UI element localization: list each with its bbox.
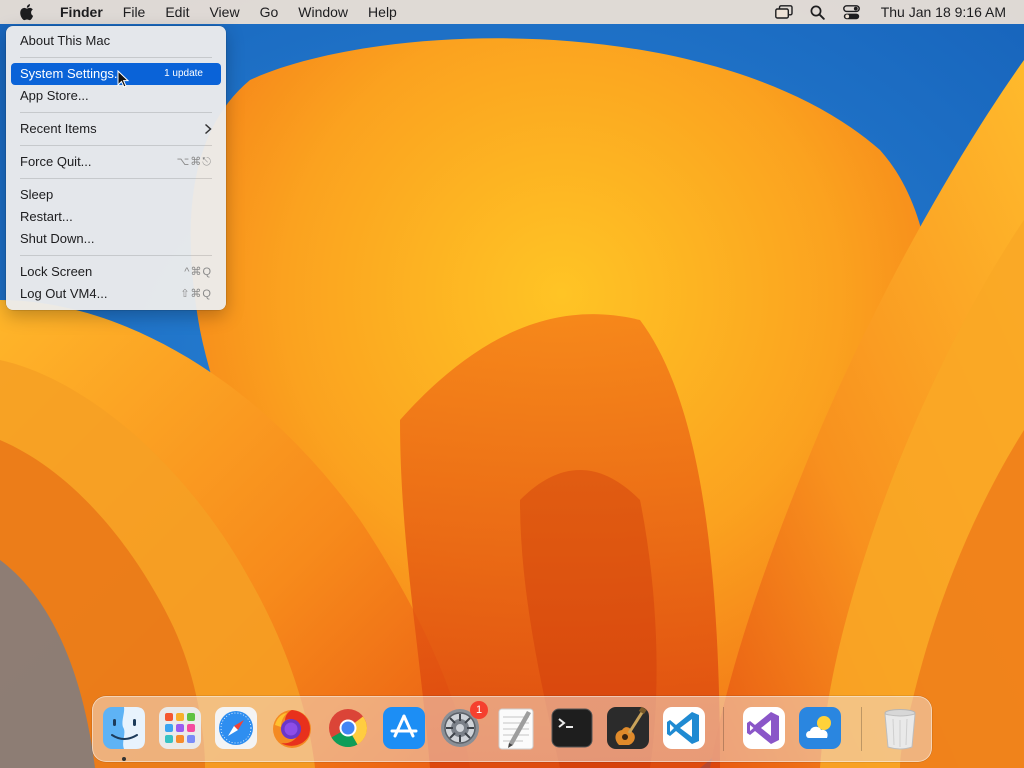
menu-item-label: Restart... [20,209,73,224]
menu-go[interactable]: Go [250,0,289,24]
app-store-icon [383,707,425,749]
menu-item-label: Lock Screen [20,264,93,279]
chevron-right-icon [204,123,212,135]
dock-chrome[interactable] [325,705,371,751]
menu-separator [20,178,212,179]
apple-logo-icon[interactable] [18,3,36,21]
menu-bar-clock[interactable]: Thu Jan 18 9:16 AM [881,4,1006,20]
search-icon[interactable] [808,3,828,21]
running-indicator [122,757,126,761]
menu-item-label: App Store... [20,88,89,103]
textedit-icon [498,708,534,750]
trash-icon [884,709,916,750]
dock-weather[interactable] [797,705,843,751]
keyboard-shortcut: ⌥⌘⎋ [176,156,212,168]
menu-separator [20,57,212,58]
menu-view[interactable]: View [199,0,249,24]
menu-item-label: Sleep [20,187,54,202]
dock-safari[interactable] [213,705,259,751]
menu-item-label: About This Mac [20,33,111,48]
keyboard-shortcut: ^⌘Q [184,266,212,278]
firefox-icon [273,710,311,748]
menu-item-label: Force Quit... [20,154,92,169]
menu-separator [20,255,212,256]
menu-item-label: Shut Down... [20,231,95,246]
menu-item-shut-down[interactable]: Shut Down... [11,228,221,250]
menu-separator [20,145,212,146]
vscode-icon [663,707,705,749]
dock-launchpad[interactable] [157,705,203,751]
dock-finder[interactable] [101,705,147,751]
menu-window[interactable]: Window [288,0,358,24]
dock-vscode[interactable] [661,705,707,751]
menu-help[interactable]: Help [358,0,407,24]
dock-separator [723,707,724,751]
launchpad-icon [159,707,201,749]
notification-badge: 1 [470,701,488,719]
menu-item-recent-items[interactable]: Recent Items [11,118,221,140]
visual-studio-icon [743,707,785,749]
chrome-icon [329,709,368,748]
dock-garageband[interactable] [605,705,651,751]
keyboard-shortcut: ⇧⌘Q [180,288,212,300]
menu-item-log-out[interactable]: Log Out VM4... ⇧⌘Q [11,283,221,305]
menu-item-about-this-mac[interactable]: About This Mac [11,30,221,52]
menu-item-app-store[interactable]: App Store... [11,85,221,107]
menu-file[interactable]: File [113,0,156,24]
menu-item-force-quit[interactable]: Force Quit... ⌥⌘⎋ [11,151,221,173]
dock-visual-studio[interactable] [741,705,787,751]
menu-item-sleep[interactable]: Sleep [11,184,221,206]
control-center-icon[interactable] [842,3,862,21]
dock-separator [861,707,862,751]
menu-edit[interactable]: Edit [155,0,199,24]
dock-app-store[interactable] [381,705,427,751]
menu-item-restart[interactable]: Restart... [11,206,221,228]
menu-separator [20,112,212,113]
dock-terminal[interactable] [549,705,595,751]
dock-firefox[interactable] [269,705,315,751]
update-badge: 1 update [164,68,203,79]
menu-bar: Finder File Edit View Go Window Help Thu… [0,0,1024,24]
apple-menu: About This Mac System Settings... 1 upda… [6,26,226,310]
menu-finder[interactable]: Finder [50,0,113,24]
finder-icon [103,707,145,749]
menu-item-label: System Settings... [20,66,125,81]
menu-item-label: Log Out VM4... [20,286,108,301]
dock: 1 [92,696,932,762]
dock-textedit[interactable] [493,705,539,751]
terminal-icon [551,708,593,748]
safari-icon [215,707,257,749]
dock-trash[interactable] [877,705,923,751]
menu-item-label: Recent Items [20,121,97,136]
screen-mirroring-icon[interactable] [774,3,794,21]
menu-item-lock-screen[interactable]: Lock Screen ^⌘Q [11,261,221,283]
garageband-icon [607,706,649,749]
mouse-cursor-icon [117,70,129,88]
menu-item-system-settings[interactable]: System Settings... 1 update [11,63,221,85]
weather-icon [799,707,841,749]
